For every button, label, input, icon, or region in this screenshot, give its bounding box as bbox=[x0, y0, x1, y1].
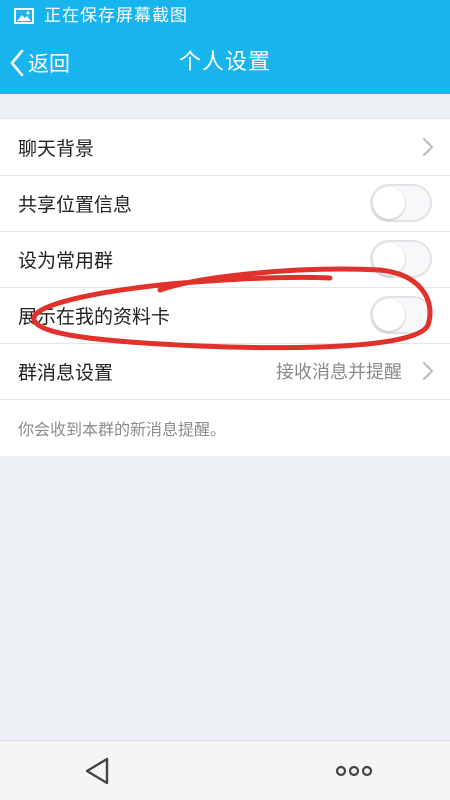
settings-list: 聊天背景 共享位置信息 设为常用群 展示在我的资料卡 群消息设置 接收消息并提醒… bbox=[0, 118, 450, 456]
chevron-right-icon bbox=[423, 138, 433, 156]
setting-label: 群消息设置 bbox=[18, 361, 114, 384]
toggle-knob bbox=[373, 299, 405, 331]
bottom-nav-bar bbox=[0, 740, 450, 800]
frequent-group-toggle[interactable] bbox=[370, 240, 432, 278]
nav-bar: 返回 个人设置 bbox=[0, 32, 450, 94]
setting-label: 聊天背景 bbox=[18, 137, 95, 160]
screen: 正在保存屏幕截图 返回 个人设置 聊天背景 共享位置信息 设为常用群 展示在我的… bbox=[0, 0, 450, 800]
more-dots-icon[interactable] bbox=[334, 759, 374, 783]
hint-area: 你会收到本群的新消息提醒。 bbox=[0, 399, 450, 456]
status-bar: 正在保存屏幕截图 bbox=[0, 0, 450, 32]
hint-text: 你会收到本群的新消息提醒。 bbox=[18, 420, 227, 439]
share-location-toggle[interactable] bbox=[370, 184, 432, 222]
chevron-right-icon bbox=[423, 362, 433, 380]
setting-frequent-group: 设为常用群 bbox=[0, 231, 450, 287]
setting-label: 共享位置信息 bbox=[18, 193, 133, 216]
setting-share-location: 共享位置信息 bbox=[0, 175, 450, 231]
page-title: 个人设置 bbox=[178, 50, 271, 75]
show-on-profile-toggle[interactable] bbox=[370, 296, 432, 334]
toggle-knob bbox=[373, 187, 405, 219]
setting-chat-background[interactable]: 聊天背景 bbox=[0, 119, 450, 175]
setting-group-message[interactable]: 群消息设置 接收消息并提醒 bbox=[0, 343, 450, 399]
setting-label: 设为常用群 bbox=[18, 249, 114, 272]
toggle-knob bbox=[373, 243, 405, 275]
status-text: 正在保存屏幕截图 bbox=[44, 6, 188, 26]
setting-value: 接收消息并提醒 bbox=[276, 362, 402, 383]
triangle-back-icon[interactable] bbox=[82, 755, 112, 787]
setting-show-on-profile: 展示在我的资料卡 bbox=[0, 287, 450, 343]
image-icon bbox=[14, 8, 34, 24]
setting-label: 展示在我的资料卡 bbox=[18, 305, 171, 328]
